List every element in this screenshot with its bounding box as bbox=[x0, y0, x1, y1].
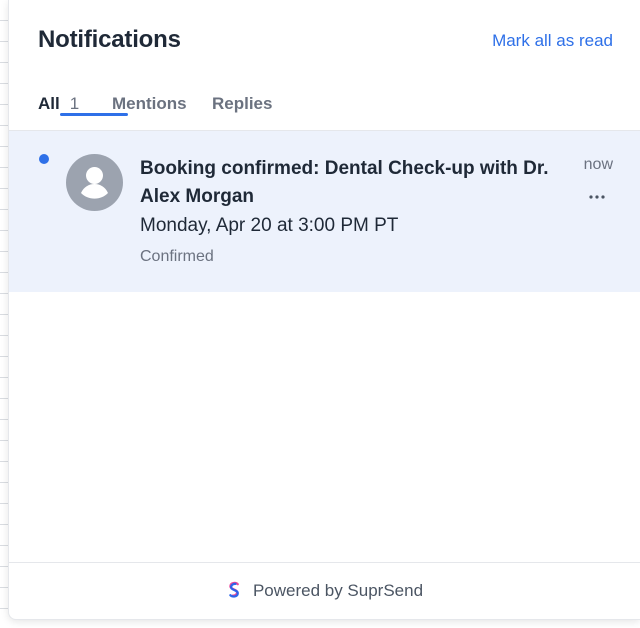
notification-status: Confirmed bbox=[140, 248, 214, 265]
tab-all-count: 1 bbox=[69, 94, 80, 113]
notification-item[interactable]: Booking confirmed: Dental Check-up with … bbox=[9, 131, 640, 292]
powered-by-link[interactable]: Powered by SuprSend bbox=[9, 581, 640, 601]
tab-mentions[interactable]: Mentions bbox=[112, 94, 187, 114]
tab-replies[interactable]: Replies bbox=[212, 94, 272, 114]
notification-title: Booking confirmed: Dental Check-up with … bbox=[140, 158, 549, 207]
notifications-panel: Notifications Mark all as read All 1 Ment… bbox=[8, 0, 640, 620]
notification-screen: Notifications Mark all as read All 1 Ment… bbox=[0, 0, 640, 628]
suprsend-logo-icon bbox=[227, 581, 241, 599]
tab-all[interactable]: All 1 bbox=[38, 94, 128, 116]
notification-body: Monday, Apr 20 at 3:00 PM PT bbox=[140, 215, 399, 236]
page-title: Notifications bbox=[38, 26, 181, 53]
panel-footer: Powered by SuprSend bbox=[9, 562, 640, 619]
unread-dot bbox=[39, 154, 49, 164]
panel-header: Notifications Mark all as read bbox=[9, 0, 640, 84]
tab-all-label: All bbox=[38, 94, 60, 113]
notification-time: now bbox=[583, 156, 613, 173]
more-horizontal-icon[interactable] bbox=[588, 188, 606, 199]
mark-all-read-button[interactable]: Mark all as read bbox=[492, 31, 613, 51]
notification-tabs: All 1 Mentions Replies bbox=[9, 88, 640, 131]
user-avatar-icon bbox=[66, 154, 123, 211]
powered-by-text: Powered by SuprSend bbox=[252, 581, 424, 600]
background-page-edge bbox=[0, 0, 8, 628]
